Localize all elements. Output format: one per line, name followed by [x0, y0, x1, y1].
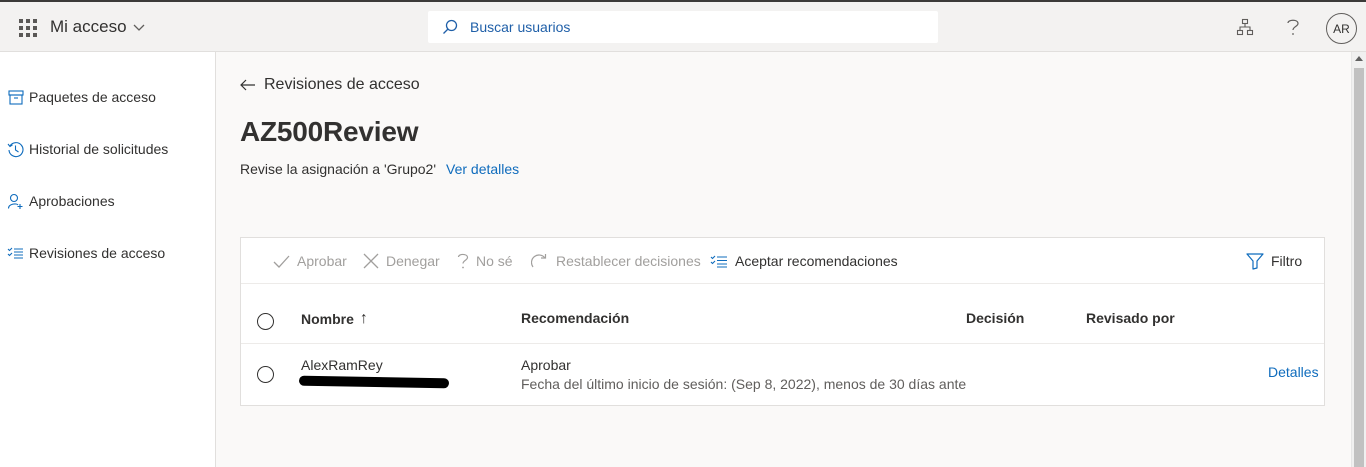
sidebar-item-label: Paquetes de acceso: [29, 89, 156, 105]
sidebar-item-approvals[interactable]: Aprobaciones: [7, 189, 115, 213]
sidebar-item-label: Historial de solicitudes: [29, 141, 169, 157]
accept-recommendations-button[interactable]: Aceptar recomendaciones: [710, 250, 898, 272]
org-chart-icon[interactable]: [1233, 15, 1257, 39]
reset-label: Restablecer decisiones: [556, 253, 701, 269]
column-header-recommendation[interactable]: Recomendación: [521, 310, 629, 326]
approve-button[interactable]: Aprobar: [273, 250, 347, 272]
checklist-icon: [7, 245, 24, 262]
recommendation-value: Aprobar: [521, 357, 571, 373]
scroll-up-arrow-icon[interactable]: [1355, 56, 1363, 61]
deny-label: Denegar: [386, 253, 440, 269]
back-arrow-icon: [240, 79, 255, 91]
sidebar-item-label: Aprobaciones: [29, 193, 115, 209]
vertical-scrollbar[interactable]: [1351, 52, 1366, 467]
app-title: Mi acceso: [50, 17, 127, 36]
row-select-radio[interactable]: [257, 366, 274, 383]
checklist-icon: [710, 255, 727, 268]
avatar[interactable]: AR: [1326, 13, 1357, 44]
column-header-decision[interactable]: Decisión: [966, 310, 1024, 326]
help-icon[interactable]: [1281, 15, 1305, 39]
sort-ascending-icon: ↑: [359, 310, 368, 327]
app-title-menu[interactable]: Mi acceso: [50, 17, 145, 37]
close-icon: [363, 253, 379, 269]
view-details-link[interactable]: Ver detalles: [446, 161, 519, 177]
search-input[interactable]: [470, 19, 910, 35]
details-link[interactable]: Detalles: [1268, 364, 1319, 380]
select-all-radio[interactable]: [257, 313, 274, 330]
column-header-reviewed-by[interactable]: Revisado por: [1086, 310, 1175, 326]
back-link-label: Revisiones de acceso: [264, 76, 420, 93]
approve-label: Aprobar: [297, 253, 347, 269]
sidebar-item-label: Revisiones de acceso: [29, 245, 166, 261]
dont-know-label: No sé: [476, 253, 513, 269]
filter-button[interactable]: Filtro: [1246, 250, 1302, 272]
sidebar-item-access-packages[interactable]: Paquetes de acceso: [7, 85, 156, 109]
sidebar-item-access-reviews[interactable]: Revisiones de acceso: [7, 241, 165, 265]
accept-recommendations-label: Aceptar recomendaciones: [735, 253, 898, 269]
review-panel: Aprobar Denegar No sé Restablecer decisi…: [240, 237, 1325, 406]
divider: [241, 343, 1324, 344]
filter-icon: [1246, 252, 1264, 270]
filter-label: Filtro: [1271, 253, 1303, 269]
reset-decisions-button[interactable]: Restablecer decisiones: [531, 250, 701, 272]
review-subtitle: Revise la asignación a 'Grupo2': [240, 161, 437, 177]
column-header-label: Nombre: [301, 311, 354, 327]
reset-icon: [531, 253, 547, 267]
recommendation-detail: Fecha del último inicio de sesión: (Sep …: [521, 376, 967, 392]
sidebar: Paquetes de acceso Historial de solicitu…: [0, 52, 216, 467]
person-add-icon: [7, 193, 24, 210]
package-icon: [7, 89, 24, 106]
scroll-thumb[interactable]: [1354, 68, 1364, 467]
app-launcher-icon[interactable]: [19, 19, 37, 37]
search-icon: [443, 19, 458, 34]
sidebar-item-request-history[interactable]: Historial de solicitudes: [7, 137, 168, 161]
column-header-name[interactable]: Nombre ↑: [301, 310, 368, 328]
search-box[interactable]: [428, 11, 938, 43]
user-name: AlexRamRey: [301, 357, 383, 373]
page-title: AZ500Review: [240, 116, 419, 147]
main-content: Revisiones de acceso AZ500Review Revise …: [216, 52, 1351, 467]
chevron-down-icon: [133, 24, 144, 31]
redacted-email: [298, 375, 450, 389]
checkmark-icon: [273, 255, 290, 268]
history-icon: [7, 141, 24, 158]
question-icon: [457, 253, 469, 269]
back-link[interactable]: Revisiones de acceso: [240, 76, 420, 94]
dont-know-button[interactable]: No sé: [457, 250, 513, 272]
command-bar: Aprobar Denegar No sé Restablecer decisi…: [241, 238, 1324, 284]
top-bar: Mi acceso AR: [0, 0, 1366, 52]
deny-button[interactable]: Denegar: [363, 250, 440, 272]
